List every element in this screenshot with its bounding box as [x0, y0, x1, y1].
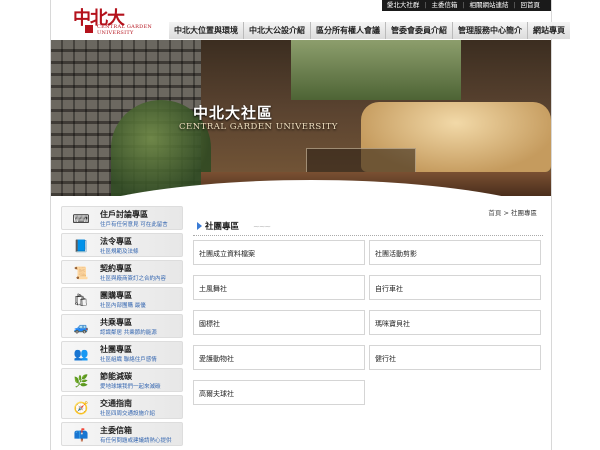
- sidebar-item-chairman-mailbox[interactable]: 📫 主委信箱 有任何問題或建議請熱心提供: [61, 422, 183, 446]
- sidebar-item-subtitle: 社區組織 聯絡住戶感情: [100, 357, 157, 363]
- shopping-icon: 🛍: [73, 293, 89, 307]
- sidebar-item-title: 共乘專區: [100, 318, 132, 327]
- keyboard-icon: ⌨: [72, 212, 90, 226]
- club-item[interactable]: 自行車社: [369, 275, 541, 300]
- club-item-label: 自行車社: [375, 285, 403, 293]
- nav-item-owners-meeting[interactable]: 區分所有權人會議: [310, 22, 385, 39]
- club-item-label: 社團活動剪影: [375, 250, 417, 258]
- club-item[interactable]: 健行社: [369, 345, 541, 370]
- club-item-label: 愛護動物社: [199, 355, 234, 363]
- utility-bar: 愛北大社群 | 主委信箱 | 相關網站連結 | 回首頁: [381, 0, 551, 11]
- sidebar-item-subtitle: 社區內部團購 最優: [100, 303, 146, 309]
- sidebar-item-contracts[interactable]: 📜 契約專區 社區與廠商簽訂之合約內容: [61, 260, 183, 284]
- util-link-home[interactable]: 回首頁: [516, 0, 546, 11]
- sidebar-item-subtitle: 社區與廠商簽訂之合約內容: [100, 276, 167, 282]
- hero-window-greenery: [291, 40, 461, 100]
- club-item[interactable]: 社團活動剪影: [369, 240, 541, 265]
- logo-seal-icon: [85, 25, 93, 33]
- law-book-icon: 📘: [73, 239, 89, 253]
- nav-item-location[interactable]: 中北大位置與環境: [169, 22, 243, 39]
- sidebar-item-subtitle: 住戶有任何意見 可在此留言: [100, 222, 168, 228]
- club-item-label: 健行社: [375, 355, 396, 363]
- hero-subtitle: CENTRAL GARDEN UNIVERSITY: [179, 122, 338, 132]
- sidebar-item-subtitle: 認識鄰居 共乘節約能源: [100, 330, 157, 336]
- club-item[interactable]: 高爾夫球社: [193, 380, 365, 405]
- section-header: 社團專區 ~~~: [193, 216, 543, 236]
- club-item-label: 社團成立資料檔案: [199, 250, 255, 258]
- page-title: 社團專區: [205, 222, 240, 232]
- arrow-right-icon: [197, 222, 202, 230]
- sidebar: ⌨ 住戶討論專區 住戶有任何意見 可在此留言 📘 法令專區 社區規範及法條 📜 …: [61, 206, 183, 449]
- sidebar-item-clubs[interactable]: 👥 社團專區 社區組織 聯絡住戶感情: [61, 341, 183, 365]
- club-item-label: 高爾夫球社: [199, 390, 234, 398]
- sidebar-item-subtitle: 社區規範及法條: [100, 249, 139, 255]
- sidebar-item-title: 住戶討論專區: [100, 210, 148, 219]
- site-logo[interactable]: 中北大 CENTRAL GARDEN UNIVERSITY: [73, 4, 183, 38]
- club-item[interactable]: 愛護動物社: [193, 345, 365, 370]
- sidebar-item-carpool[interactable]: 🚙 共乘專區 認識鄰居 共乘節約能源: [61, 314, 183, 338]
- sidebar-item-title: 團購專區: [100, 291, 132, 300]
- decorative-swirl-icon: ~~~: [253, 222, 271, 231]
- leaf-icon: 🌿: [73, 374, 89, 388]
- main-nav: 中北大位置與環境 中北大公設介紹 區分所有權人會議 管委會委員介紹 管理服務中心…: [169, 22, 570, 39]
- sidebar-item-subtitle: 社區四周交通設施介紹: [100, 411, 156, 417]
- util-link-community[interactable]: 愛北大社群: [382, 0, 425, 11]
- sidebar-item-title: 法令專區: [100, 237, 132, 246]
- sidebar-item-traffic[interactable]: 🧭 交通指南 社區四周交通設施介紹: [61, 395, 183, 419]
- mailbox-icon: 📫: [73, 428, 89, 442]
- traffic-icon: 🧭: [73, 401, 89, 415]
- hero-title: 中北大社區: [193, 104, 274, 122]
- car-icon: 🚙: [73, 320, 89, 334]
- sidebar-item-title: 主委信箱: [100, 426, 132, 435]
- club-item-label: 瑪咪寶貝社: [375, 320, 410, 328]
- logo-english-line2: UNIVERSITY: [97, 30, 134, 36]
- sidebar-item-title: 契約專區: [100, 264, 132, 273]
- sidebar-item-regulations[interactable]: 📘 法令專區 社區規範及法條: [61, 233, 183, 257]
- nav-item-website[interactable]: 網站專頁: [527, 22, 570, 39]
- club-item-label: 土風舞社: [199, 285, 227, 293]
- club-item-label: 國標社: [199, 320, 220, 328]
- sidebar-item-subtitle: 有任何問題或建議請熱心提供: [100, 438, 172, 444]
- sidebar-item-title: 節能減碳: [100, 372, 132, 381]
- contract-icon: 📜: [73, 266, 89, 280]
- group-icon: 👥: [73, 347, 89, 361]
- sidebar-item-energy-saving[interactable]: 🌿 節能減碳 愛地球讓我們一起來減碳: [61, 368, 183, 392]
- hero-banner: 中北大社區 CENTRAL GARDEN UNIVERSITY: [51, 40, 551, 196]
- sidebar-item-subtitle: 愛地球讓我們一起來減碳: [100, 384, 161, 390]
- sidebar-item-title: 社團專區: [100, 345, 132, 354]
- nav-item-facilities[interactable]: 中北大公設介紹: [243, 22, 310, 39]
- club-item[interactable]: 社團成立資料檔案: [193, 240, 365, 265]
- page-frame: 愛北大社群 | 主委信箱 | 相關網站連結 | 回首頁 中北大 CENTRAL …: [50, 0, 570, 450]
- sidebar-item-resident-forum[interactable]: ⌨ 住戶討論專區 住戶有任何意見 可在此留言: [61, 206, 183, 230]
- club-item[interactable]: 土風舞社: [193, 275, 365, 300]
- sidebar-item-group-buying[interactable]: 🛍 團購專區 社區內部團購 最優: [61, 287, 183, 311]
- nav-item-service-center[interactable]: 管理服務中心簡介: [452, 22, 527, 39]
- nav-item-committee[interactable]: 管委會委員介紹: [385, 22, 452, 39]
- util-link-chairman-mailbox[interactable]: 主委信箱: [426, 0, 462, 11]
- sidebar-item-title: 交通指南: [100, 399, 132, 408]
- club-item[interactable]: 瑪咪寶貝社: [369, 310, 541, 335]
- util-link-related-sites[interactable]: 相關網站連結: [464, 0, 513, 11]
- club-item[interactable]: 國標社: [193, 310, 365, 335]
